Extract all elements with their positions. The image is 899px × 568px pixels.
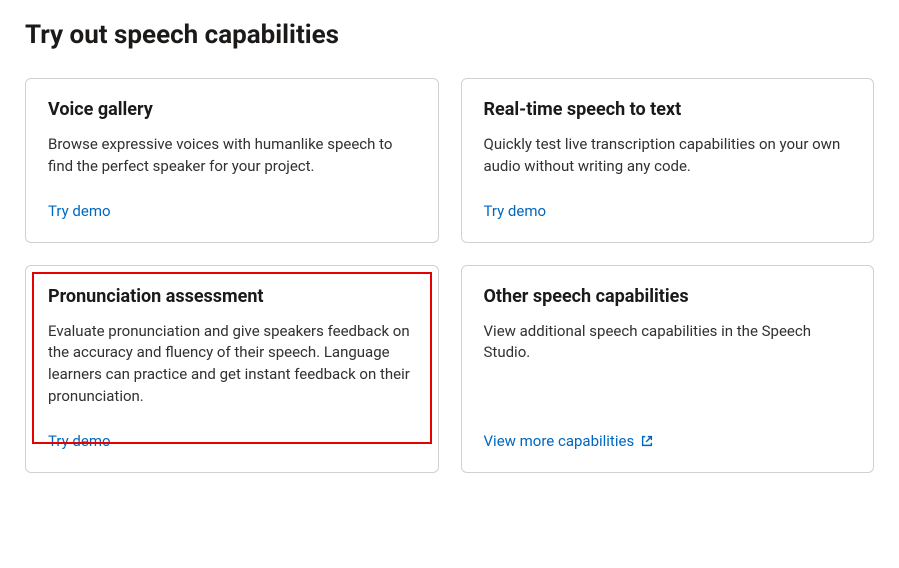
card-voice-gallery: Voice gallery Browse expressive voices w…: [25, 78, 439, 243]
external-link-icon: [640, 434, 654, 448]
card-description: Browse expressive voices with humanlike …: [48, 134, 416, 178]
try-demo-link[interactable]: Try demo: [484, 202, 547, 220]
view-more-link[interactable]: View more capabilities: [484, 432, 655, 450]
page-title: Try out speech capabilities: [25, 20, 874, 50]
card-title: Pronunciation assessment: [48, 286, 416, 307]
card-title: Voice gallery: [48, 99, 416, 120]
card-grid: Voice gallery Browse expressive voices w…: [25, 78, 874, 473]
card-other-capabilities: Other speech capabilities View additiona…: [461, 265, 875, 473]
card-realtime-stt: Real-time speech to text Quickly test li…: [461, 78, 875, 243]
link-label: Try demo: [48, 202, 111, 220]
link-label: Try demo: [484, 202, 547, 220]
card-title: Other speech capabilities: [484, 286, 852, 307]
card-description: Evaluate pronunciation and give speakers…: [48, 321, 416, 408]
card-description: Quickly test live transcription capabili…: [484, 134, 852, 178]
card-description: View additional speech capabilities in t…: [484, 321, 852, 408]
try-demo-link[interactable]: Try demo: [48, 432, 111, 450]
link-label: Try demo: [48, 432, 111, 450]
link-label: View more capabilities: [484, 432, 635, 450]
card-title: Real-time speech to text: [484, 99, 852, 120]
try-demo-link[interactable]: Try demo: [48, 202, 111, 220]
card-pronunciation-assessment: Pronunciation assessment Evaluate pronun…: [25, 265, 439, 473]
